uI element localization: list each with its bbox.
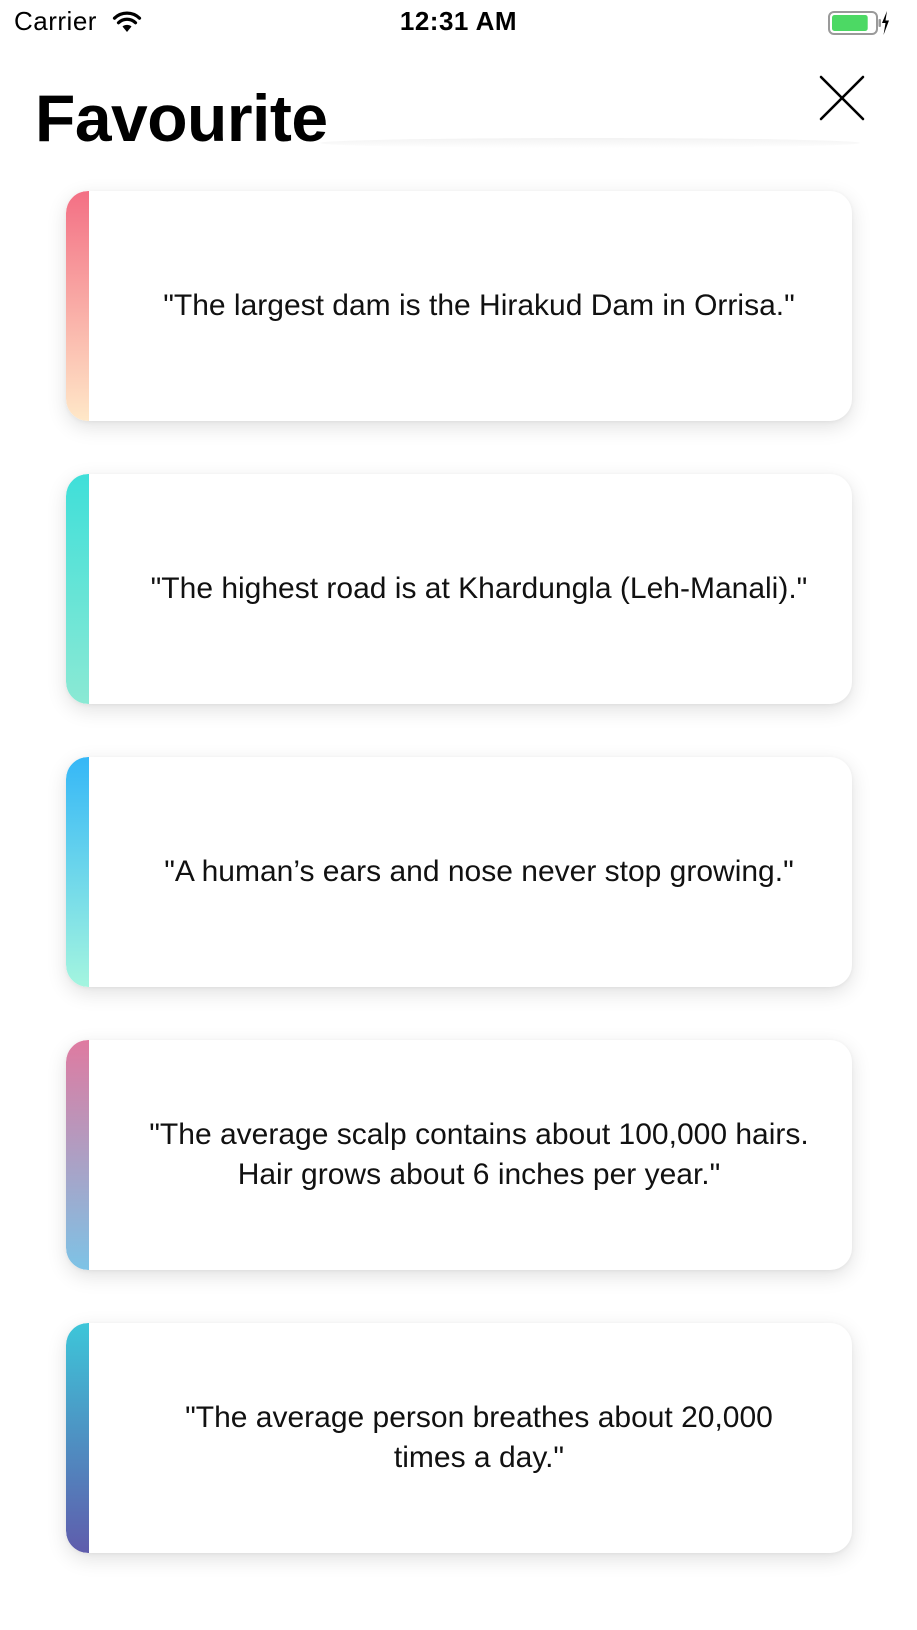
card-fact-text: "A human’s ears and nose never stop grow… (106, 757, 852, 987)
favourite-card[interactable]: "The largest dam is the Hirakud Dam in O… (66, 191, 852, 421)
favourite-card[interactable]: "The average scalp contains about 100,00… (66, 1040, 852, 1270)
card-accent-bar (66, 757, 89, 987)
card-fact-text: "The average scalp contains about 100,00… (106, 1040, 852, 1270)
fact-text: "The highest road is at Khardungla (Leh-… (150, 572, 808, 605)
card-fact-text: "The largest dam is the Hirakud Dam in O… (106, 191, 852, 421)
fact-text: "The largest dam is the Hirakud Dam in O… (163, 289, 795, 322)
card-accent-bar (66, 191, 89, 421)
card-fact-text: "The highest road is at Khardungla (Leh-… (106, 474, 852, 704)
fact-text: "A human’s ears and nose never stop grow… (164, 855, 794, 888)
card-accent-bar (66, 474, 89, 704)
card-accent-bar (66, 1323, 89, 1553)
favourite-list: "The largest dam is the Hirakud Dam in O… (0, 0, 917, 1630)
favourite-card[interactable]: "The highest road is at Khardungla (Leh-… (66, 474, 852, 704)
favourite-card[interactable]: "A human’s ears and nose never stop grow… (66, 757, 852, 987)
card-accent-bar (66, 1040, 89, 1270)
fact-text: "The average scalp contains about 100,00… (149, 1118, 809, 1191)
favourite-card[interactable]: "The average person breathes about 20,00… (66, 1323, 852, 1553)
fact-text: "The average person breathes about 20,00… (185, 1401, 773, 1474)
card-fact-text: "The average person breathes about 20,00… (106, 1323, 852, 1553)
